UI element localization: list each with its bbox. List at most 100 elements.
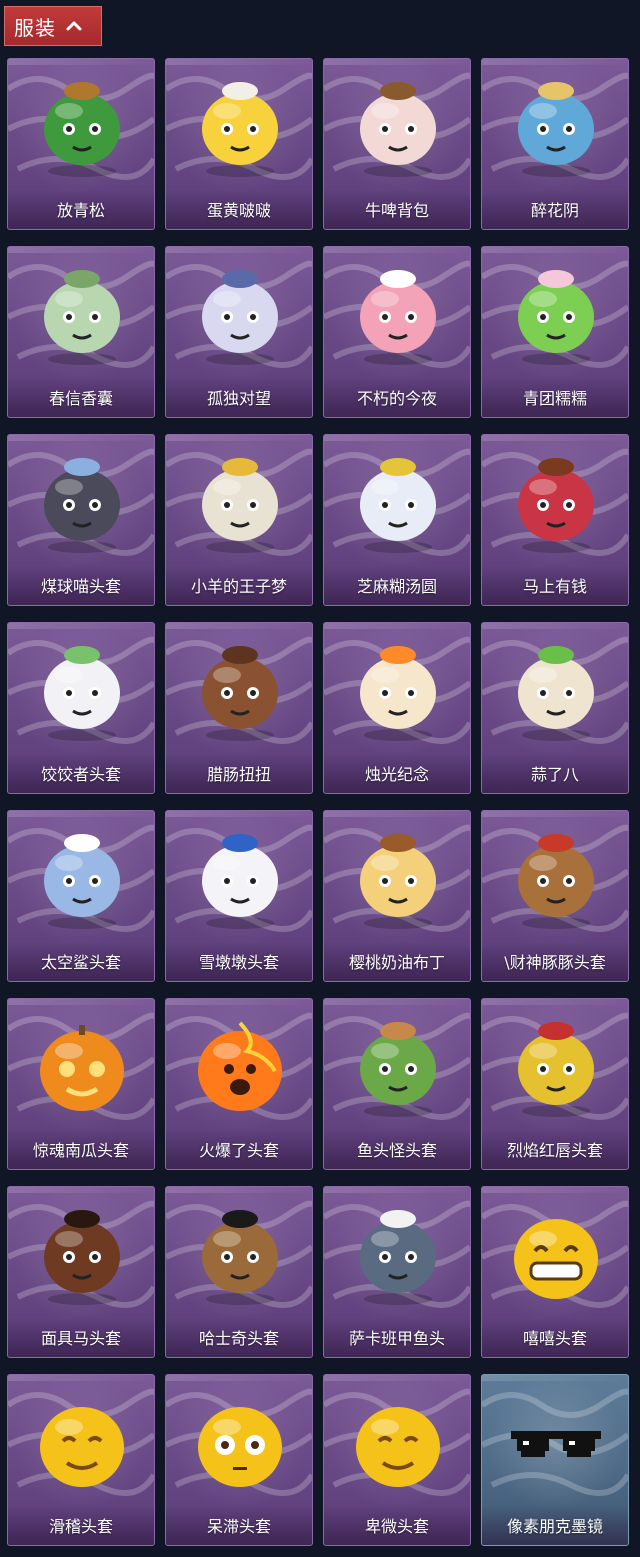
outfit-card[interactable]: \财神豚豚头套 [481, 810, 629, 982]
outfit-name: 春信香囊 [48, 389, 113, 408]
outfit-card[interactable]: 不朽的今夜 [323, 246, 471, 418]
card-top-highlight [482, 1187, 628, 1193]
card-name-bar: 火爆了头套 [166, 1129, 312, 1169]
card-name-bar: 樱桃奶油布丁 [324, 941, 470, 981]
pink-fox-dessert-icon [360, 270, 436, 365]
outfit-card[interactable]: 惊魂南瓜头套 [7, 998, 155, 1170]
green-dumpling-icon [518, 270, 594, 365]
bonsai-icon [44, 82, 120, 177]
shark-head-icon [44, 834, 120, 929]
grin-emoji-icon [514, 1219, 598, 1299]
outfit-name: 卑微头套 [364, 1517, 429, 1536]
pixel-sunglasses-icon [511, 1431, 601, 1457]
card-name-bar: 惊魂南瓜头套 [8, 1129, 154, 1169]
card-top-highlight [166, 811, 312, 817]
card-name-bar: 煤球喵头套 [8, 565, 154, 605]
outfit-name: \财神豚豚头套 [504, 953, 606, 972]
dachshund-head-icon [202, 646, 278, 741]
outfit-card[interactable]: 萨卡班甲鱼头 [323, 1186, 471, 1358]
outfit-card[interactable]: 卑微头套 [323, 1374, 471, 1546]
outfit-card[interactable]: 腊肠扭扭 [165, 622, 313, 794]
outfit-card[interactable]: 鱼头怪头套 [323, 998, 471, 1170]
cow-beer-mug-icon [360, 82, 436, 177]
horse-mask-icon [44, 1210, 120, 1305]
stare-emoji-icon [198, 1407, 282, 1487]
outfit-card[interactable]: 蒜了八 [481, 622, 629, 794]
outfit-name: 面具马头套 [40, 1329, 121, 1348]
outfit-card[interactable]: 小羊的王子梦 [165, 434, 313, 606]
card-name-bar: \财神豚豚头套 [482, 941, 628, 981]
card-name-bar: 鱼头怪头套 [324, 1129, 470, 1169]
outfit-card[interactable]: 马上有钱 [481, 434, 629, 606]
card-name-bar: 雪墩墩头套 [166, 941, 312, 981]
card-top-highlight [166, 247, 312, 253]
outfit-card[interactable]: 樱桃奶油布丁 [323, 810, 471, 982]
card-top-highlight [166, 1375, 312, 1381]
card-top-highlight [8, 1375, 154, 1381]
outfit-name: 太空鲨头套 [40, 953, 121, 972]
card-top-highlight [482, 247, 628, 253]
pudding-head-icon [360, 834, 436, 929]
card-name-bar: 呆滞头套 [166, 1505, 312, 1545]
card-name-bar: 卑微头套 [324, 1505, 470, 1545]
card-name-bar: 哈士奇头套 [166, 1317, 312, 1357]
outfit-card[interactable]: 太空鲨头套 [7, 810, 155, 982]
chevron-up-icon [66, 21, 82, 31]
outfit-card[interactable]: 烈焰红唇头套 [481, 998, 629, 1170]
outfit-card[interactable]: 煤球喵头套 [7, 434, 155, 606]
outfit-card[interactable]: 芝麻糊汤圆 [323, 434, 471, 606]
card-name-bar: 像素朋克墨镜 [482, 1505, 628, 1545]
card-top-highlight [482, 811, 628, 817]
outfit-card[interactable]: 像素朋克墨镜 [481, 1374, 629, 1546]
card-top-highlight [8, 1187, 154, 1193]
outfit-card[interactable]: 春信香囊 [7, 246, 155, 418]
outfit-name: 滑稽头套 [48, 1517, 113, 1536]
outfit-name: 嘻嘻头套 [522, 1329, 587, 1348]
category-tab-clothing[interactable]: 服装 [4, 6, 102, 46]
card-top-highlight [324, 1187, 470, 1193]
card-name-bar: 马上有钱 [482, 565, 628, 605]
outfit-name: 青团糯糯 [522, 389, 587, 408]
card-top-highlight [482, 59, 628, 65]
card-name-bar: 饺饺者头套 [8, 753, 154, 793]
outfit-card[interactable]: 滑稽头套 [7, 1374, 155, 1546]
outfit-card[interactable]: 孤独对望 [165, 246, 313, 418]
outfit-card[interactable]: 火爆了头套 [165, 998, 313, 1170]
card-top-highlight [166, 59, 312, 65]
outfit-name: 惊魂南瓜头套 [32, 1141, 129, 1160]
outfit-card[interactable]: 哈士奇头套 [165, 1186, 313, 1358]
red-horse-head-icon [518, 458, 594, 553]
fish-head-icon [360, 1022, 436, 1117]
outfit-name: 樱桃奶油布丁 [348, 953, 445, 972]
outfit-grid: 放青松 蛋黄啵啵 牛啤背包 醉花阴春信香囊 孤独对望 不朽的今夜 青团糯糯煤球喵头套 小羊的王… [0, 58, 640, 1557]
capybara-head-icon [518, 834, 594, 929]
outfit-name: 蒜了八 [530, 765, 579, 784]
outfit-card[interactable]: 牛啤背包 [323, 58, 471, 230]
outfit-card[interactable]: 饺饺者头套 [7, 622, 155, 794]
outfit-name: 蛋黄啵啵 [206, 201, 271, 220]
outfit-card[interactable]: 醉花阴 [481, 58, 629, 230]
outfit-name: 腊肠扭扭 [206, 765, 271, 784]
card-top-highlight [324, 999, 470, 1005]
outfit-card[interactable]: 面具马头套 [7, 1186, 155, 1358]
dumpling-head-icon [44, 646, 120, 741]
outfit-name: 烈焰红唇头套 [506, 1141, 603, 1160]
card-top-highlight [8, 435, 154, 441]
outfit-card[interactable]: 呆滞头套 [165, 1374, 313, 1546]
card-top-highlight [8, 247, 154, 253]
outfit-card[interactable]: 蛋黄啵啵 [165, 58, 313, 230]
outfit-card[interactable]: 放青松 [7, 58, 155, 230]
card-name-bar: 放青松 [8, 189, 154, 229]
outfit-name: 烛光纪念 [364, 765, 429, 784]
card-name-bar: 醉花阴 [482, 189, 628, 229]
card-name-bar: 孤独对望 [166, 377, 312, 417]
outfit-card[interactable]: 烛光纪念 [323, 622, 471, 794]
outfit-card[interactable]: 雪墩墩头套 [165, 810, 313, 982]
card-top-highlight [166, 623, 312, 629]
outfit-card[interactable]: 青团糯糯 [481, 246, 629, 418]
card-name-bar: 小羊的王子梦 [166, 565, 312, 605]
outfit-card[interactable]: 嘻嘻头套 [481, 1186, 629, 1358]
sacabambaspis-icon [360, 1210, 436, 1305]
garlic-head-icon [518, 646, 594, 741]
outfit-name: 牛啤背包 [364, 201, 429, 220]
